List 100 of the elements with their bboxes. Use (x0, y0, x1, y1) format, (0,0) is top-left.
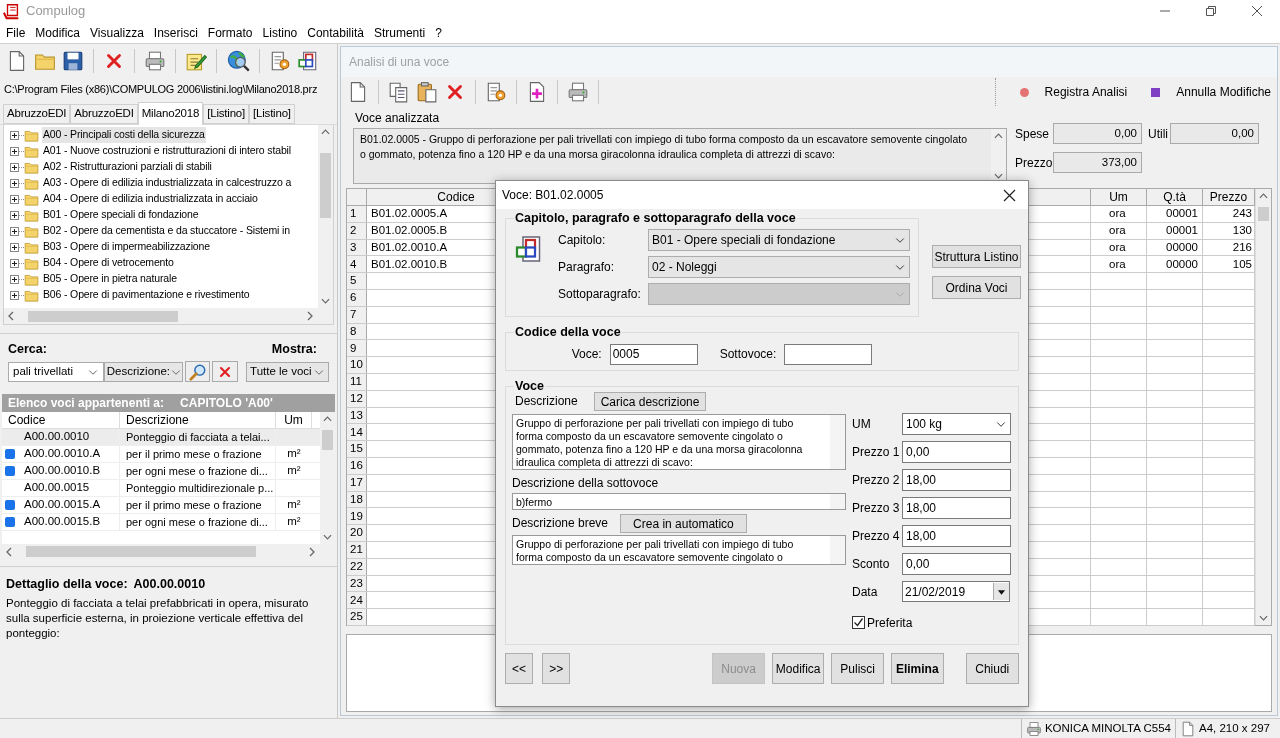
expand-icon[interactable] (10, 226, 19, 236)
tree-item[interactable]: A01 - Nuove costruzioni e ristrutturazioni di intero stabil (42, 143, 292, 159)
input-field[interactable]: 0,00 (902, 440, 1011, 463)
button[interactable]: Pulisci (831, 653, 884, 684)
button[interactable]: >> (542, 653, 571, 684)
column-header[interactable]: Descrizione (120, 411, 276, 428)
horizontal-scrollbar[interactable] (4, 308, 333, 324)
tab[interactable]: AbruzzoEDI (70, 104, 138, 124)
vertical-scrollbar[interactable] (320, 411, 335, 544)
button[interactable]: Modifica (771, 653, 825, 684)
subitem-textarea[interactable]: b)fermo (512, 492, 846, 510)
button[interactable]: Struttura Listino (932, 245, 1021, 268)
scroll-thumb[interactable] (322, 429, 333, 450)
close-icon[interactable] (1003, 188, 1016, 202)
save-icon[interactable] (62, 49, 84, 72)
column-header[interactable]: Um (276, 411, 312, 428)
input-field[interactable]: 0005 (609, 343, 698, 365)
button[interactable]: Chiudi (965, 653, 1019, 684)
scroll-thumb[interactable] (320, 153, 331, 218)
expand-icon[interactable] (10, 290, 19, 300)
expand-icon[interactable] (10, 130, 19, 140)
tab[interactable]: [Listino] (249, 104, 295, 124)
expand-icon[interactable] (10, 274, 19, 284)
printer-icon (1025, 721, 1042, 737)
horizontal-scrollbar[interactable] (2, 543, 335, 560)
menu-item[interactable]: Contabilità (302, 23, 369, 42)
search-icon[interactable] (188, 362, 207, 381)
expand-icon[interactable] (10, 162, 19, 172)
tree-item[interactable]: B01 - Opere speciali di fondazione (42, 207, 200, 223)
menu-item[interactable]: Modifica (30, 23, 86, 42)
expand-icon[interactable] (10, 258, 19, 268)
scroll-thumb[interactable] (28, 310, 178, 322)
input-field[interactable]: 18,00 (902, 524, 1011, 547)
button[interactable]: << (505, 653, 534, 684)
column-header[interactable]: Q.tà (1147, 189, 1203, 205)
tree-item[interactable]: A04 - Opere di edilizia industrializzata in acciaio (42, 191, 259, 207)
document-gear-icon[interactable] (485, 81, 507, 103)
menu-item[interactable]: Formato (202, 23, 258, 42)
button[interactable]: Ordina Voci (932, 276, 1021, 299)
menu-item[interactable]: ? (430, 23, 447, 42)
expand-icon[interactable] (10, 194, 19, 204)
description-textarea[interactable]: Gruppo di perforazione per pali trivellati con impiego di tubo forma composto da un escavatore semovente cingolato o gommato, potenza fino a 120 HP e da una morsa giracolonna idraulica completa di attrezzi di scavo: (512, 413, 846, 470)
menu-item[interactable]: File (1, 23, 31, 42)
tree-item[interactable]: B04 - Opere di vetrocemento (42, 255, 175, 271)
group-title: Voce (514, 378, 545, 395)
button[interactable]: Carica descrizione (593, 391, 707, 411)
tree-item[interactable]: B05 - Opere in pietra naturale (42, 271, 178, 287)
button[interactable]: Crea in automatico (620, 513, 747, 533)
expand-icon[interactable] (10, 210, 19, 220)
tree-item[interactable]: B06 - Opere di pavimentazione e rivestimento (42, 287, 251, 303)
globe-search-icon[interactable] (226, 48, 250, 73)
restore-icon[interactable] (1206, 6, 1216, 16)
toolbar-action[interactable]: Annulla Modifiche (1176, 83, 1271, 101)
tree-item[interactable]: B02 - Opere da cementista e da stuccatore - Sistemi in (42, 223, 291, 239)
menu-item[interactable]: Listino (257, 23, 303, 42)
input-field[interactable] (784, 343, 873, 365)
date-picker[interactable]: 21/02/2019 (902, 581, 1010, 603)
expand-icon[interactable] (10, 242, 19, 252)
document-gear-icon[interactable] (269, 49, 291, 72)
vertical-scrollbar[interactable] (318, 125, 333, 308)
input-field[interactable]: 0,00 (902, 552, 1011, 575)
dropdown[interactable]: 02 - Noleggi (648, 255, 910, 278)
tree-item[interactable]: A02 - Ristrutturazioni parziali di stabili (42, 159, 213, 175)
vertical-scrollbar[interactable] (991, 129, 1006, 183)
tree-item[interactable]: B03 - Opere di impermeabilizzazione (42, 239, 211, 255)
expand-icon[interactable] (10, 146, 19, 156)
dropdown[interactable]: B01 - Opere speciali di fondazione (648, 228, 910, 251)
vertical-scrollbar[interactable] (1256, 189, 1271, 625)
tree-item[interactable]: A03 - Opere di edilizia industrializzata in calcestruzzo a (42, 175, 293, 191)
search-field-dropdown[interactable]: Descrizione: (103, 361, 183, 382)
column-header[interactable]: Codice (2, 411, 120, 428)
show-dropdown[interactable]: Tutte le voci (246, 361, 329, 382)
printer-icon[interactable] (567, 81, 589, 103)
copy-icon[interactable] (388, 81, 410, 103)
row-number: 20 (350, 525, 363, 541)
menu-item[interactable]: Strumenti (368, 23, 431, 42)
input-field[interactable]: 18,00 (902, 468, 1011, 491)
tab[interactable]: [Listino] (203, 104, 250, 124)
tab[interactable]: AbruzzoEDI (3, 104, 71, 124)
button[interactable]: Elimina (891, 653, 944, 684)
scroll-thumb[interactable] (26, 546, 256, 558)
tree-item[interactable]: A00 - Principali costi della sicurezza (42, 127, 206, 143)
dropdown[interactable]: 100 kg (902, 412, 1011, 435)
paste-icon[interactable] (416, 81, 438, 103)
toolbar-action[interactable]: Registra Analisi (1044, 83, 1128, 101)
expand-icon[interactable] (10, 178, 19, 188)
checkbox[interactable] (852, 616, 865, 630)
printer-icon[interactable] (144, 49, 166, 72)
input-field[interactable]: 18,00 (902, 496, 1011, 519)
tab[interactable]: Milano2018 (137, 102, 204, 125)
menu-item[interactable]: Inserisci (148, 23, 203, 42)
menu-item[interactable]: Visualizza (85, 23, 149, 42)
column-header[interactable]: Prezzo (1203, 189, 1255, 205)
scroll-thumb[interactable] (1258, 207, 1269, 221)
close-icon[interactable] (1252, 6, 1262, 16)
short-description-textarea[interactable]: Gruppo di perforazione per pali trivellati con impiego di tubo forma composto da un escavatore semovente cingolato o (512, 534, 846, 565)
document-squares-icon[interactable] (297, 49, 319, 72)
checkbox-label[interactable]: Preferita (867, 613, 913, 632)
column-header[interactable]: Um (1091, 189, 1147, 205)
search-combobox[interactable]: pali trivellati (8, 361, 104, 382)
